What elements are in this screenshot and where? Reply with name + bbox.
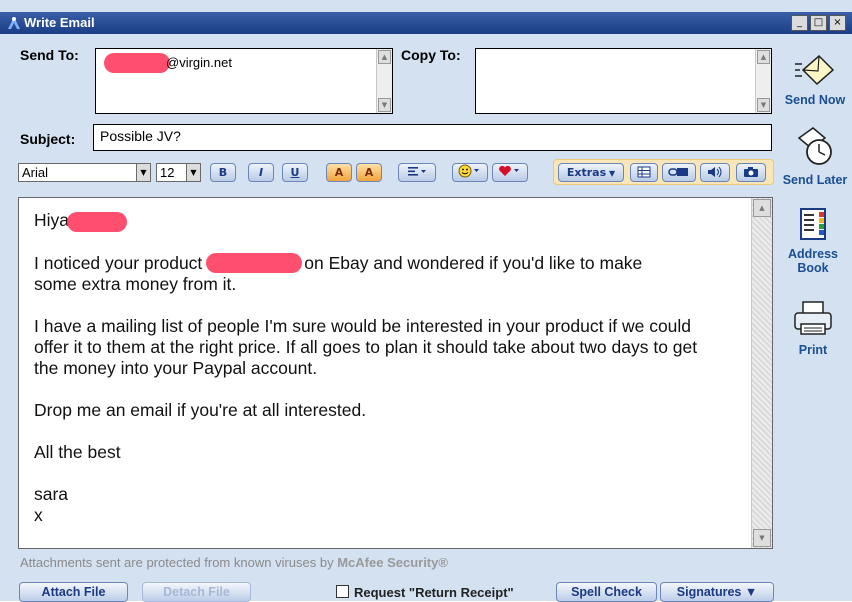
send-later-button[interactable]: Send Later [780,124,850,187]
clock-envelope-icon [797,127,832,165]
spell-check-button[interactable]: Spell Check [556,582,657,602]
body-paragraph-2: I have a mailing list of people I'm sure… [34,316,702,378]
title-bar: Write Email _ □ × [0,12,852,34]
font-select-value: Arial [22,165,49,180]
scroll-up-arrow-icon[interactable]: ▲ [378,50,391,64]
detach-file-button[interactable]: Detach File [142,582,251,602]
font-select[interactable]: Arial ▼ [18,163,151,182]
text-color-button[interactable]: A [326,163,352,182]
subject-value: Possible JV? [100,128,181,144]
mcafee-brand: McAfee Security® [337,555,448,570]
body-paragraph-3: Drop me an email if you're at all intere… [34,400,367,420]
send-to-scrollbar[interactable]: ▲ ▼ [376,49,392,113]
italic-button[interactable]: I [248,163,274,182]
heart-button[interactable] [492,163,528,182]
security-note-text: Attachments sent are protected from know… [20,555,334,570]
window-title: Write Email [24,15,95,30]
subject-field[interactable]: Possible JV? [93,124,772,151]
table-icon [637,166,651,178]
address-book-label-line-1: Address [787,247,839,261]
send-now-label: Send Now [784,93,846,107]
highlight-color-button[interactable]: A [356,163,382,182]
send-to-label: Send To: [20,47,79,63]
align-left-icon [408,167,426,176]
copy-to-scrollbar[interactable]: ▲ ▼ [755,49,771,113]
align-button[interactable] [398,163,436,182]
redacted-recipient-name [67,212,128,232]
bold-button[interactable]: B [210,163,236,182]
camera-icon [744,167,758,177]
write-email-window: Write Email _ □ × Send To: @virgin.net ▲… [0,0,852,602]
message-body-scrollbar[interactable]: ▲ ▼ [751,198,772,548]
scroll-down-arrow-icon[interactable]: ▼ [753,529,771,547]
return-receipt-option[interactable]: Request "Return Receipt" [336,585,514,600]
redacted-email-name [104,53,170,73]
aol-running-man-icon [8,17,20,29]
send-later-label: Send Later [782,173,848,187]
heart-icon [499,165,519,176]
chevron-down-icon[interactable]: ▼ [186,164,200,181]
close-button[interactable]: × [829,15,846,31]
envelope-send-icon [795,54,835,86]
message-body-text: Hiya I noticed your product on Ebay and w… [34,210,734,526]
extras-group: Extras ▼ [553,159,774,185]
signature-kiss: x [34,505,43,525]
insert-picture-button[interactable] [736,163,766,182]
redacted-product-name [206,253,303,273]
closing-text: All the best [34,442,121,462]
send-now-button[interactable]: Send Now [780,52,850,107]
window-controls: _ □ × [791,15,846,31]
insert-sound-button[interactable] [700,163,730,182]
maximize-button[interactable]: □ [810,15,827,31]
size-select[interactable]: 12 ▼ [156,163,201,182]
chevron-down-icon[interactable]: ▼ [136,164,150,181]
signature-name: sara [34,484,69,504]
insert-link-button[interactable] [662,163,696,182]
chevron-down-icon: ▼ [606,169,616,178]
scroll-up-arrow-icon[interactable]: ▲ [757,50,770,64]
underline-button[interactable]: U [282,163,308,182]
insert-table-button[interactable] [630,163,658,182]
smiley-icon [458,164,479,178]
body-line-1a: I noticed your product [34,253,203,273]
message-body-editor[interactable]: Hiya I noticed your product on Ebay and w… [18,197,773,549]
print-button[interactable]: Print [778,300,848,357]
link-icon [668,168,688,176]
extras-button[interactable]: Extras ▼ [558,163,624,182]
address-book-label-line-2: Book [797,261,829,275]
smiley-button[interactable] [452,163,488,182]
send-to-value: @virgin.net [166,55,232,70]
formatting-toolbar: Arial ▼ 12 ▼ B I U A A Extras ▼ [16,157,774,187]
security-note: Attachments sent are protected from know… [20,555,448,570]
minimize-button[interactable]: _ [791,15,808,31]
body-line-1c: some extra money from it. [34,274,237,294]
address-book-icon [800,208,826,240]
return-receipt-label: Request "Return Receipt" [354,585,514,600]
extras-label: Extras [566,166,607,179]
copy-to-label: Copy To: [401,47,461,63]
scroll-down-arrow-icon[interactable]: ▼ [757,98,770,112]
send-to-field[interactable]: @virgin.net ▲ ▼ [95,48,393,114]
scroll-down-arrow-icon[interactable]: ▼ [378,98,391,112]
subject-label: Subject: [20,131,76,147]
return-receipt-checkbox[interactable] [336,585,349,598]
copy-to-field[interactable]: ▲ ▼ [475,48,772,114]
attach-file-button[interactable]: Attach File [19,582,128,602]
scroll-up-arrow-icon[interactable]: ▲ [753,199,771,217]
speaker-icon [708,166,722,178]
greeting-text: Hiya [34,210,70,230]
size-select-value: 12 [160,165,175,180]
body-line-1b: on Ebay and wondered if you'd like to ma… [304,253,643,273]
address-book-button[interactable]: Address Book [778,206,848,275]
printer-icon [794,301,832,335]
signatures-button[interactable]: Signatures ▼ [660,582,774,602]
print-label: Print [798,343,828,357]
